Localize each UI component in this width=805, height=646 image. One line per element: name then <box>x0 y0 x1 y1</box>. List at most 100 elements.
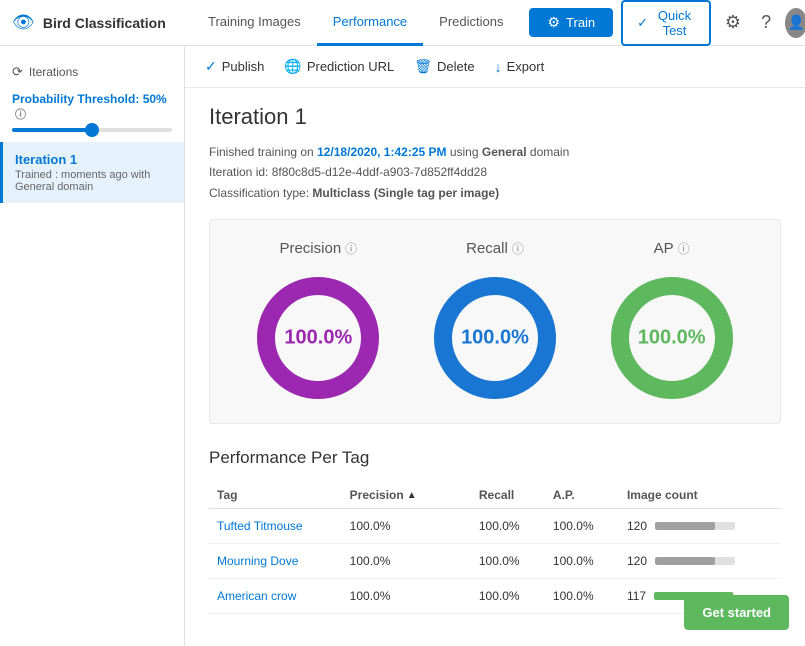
eye-icon: 👁 <box>12 12 35 33</box>
threshold-row: Probability Threshold: 50% ⓘ <box>0 86 184 142</box>
table-row: Tufted Titmouse 100.0% 100.0% 100.0% 120 <box>209 509 781 544</box>
gear-icon: ⚙ <box>725 12 741 32</box>
train-icon: ⚙ <box>547 14 560 31</box>
perf-per-tag-title: Performance Per Tag <box>209 448 781 468</box>
globe-icon: 🌐 <box>284 58 301 75</box>
cell-recall: 100.0% <box>471 544 545 579</box>
cell-ap: 100.0% <box>545 579 619 614</box>
cell-recall: 100.0% <box>471 579 545 614</box>
classification-type: Multiclass (Single tag per image) <box>312 186 499 200</box>
tab-predictions[interactable]: Predictions <box>423 0 519 46</box>
cell-tag: Tufted Titmouse <box>209 509 342 544</box>
th-ap: A.P. <box>545 482 619 509</box>
logo-area: 👁 Bird Classification <box>12 12 182 33</box>
settings-button[interactable]: ⚙ <box>719 8 747 37</box>
table-row: Mourning Dove 100.0% 100.0% 100.0% 120 <box>209 544 781 579</box>
iterations-icon: ⟳ <box>12 64 23 80</box>
avatar-initial: 👤 <box>788 14 805 31</box>
precision-info-icon: ⓘ <box>345 240 357 257</box>
bar-cell: 120 <box>627 554 773 568</box>
train-button[interactable]: ⚙ Train <box>529 8 613 37</box>
domain: General <box>482 145 527 159</box>
threshold-info-icon: ⓘ <box>15 109 26 121</box>
cell-precision: 100.0% <box>342 579 450 614</box>
th-precision[interactable]: Precision ▲ <box>342 482 450 509</box>
question-icon: ? <box>761 12 771 32</box>
tag-link[interactable]: Tufted Titmouse <box>217 519 303 533</box>
bar-fill <box>655 522 715 530</box>
bar-fill <box>655 557 715 565</box>
bar-bg <box>655 557 735 565</box>
ap-info-icon: ⓘ <box>678 240 690 257</box>
avatar[interactable]: 👤 <box>785 8 805 38</box>
sidebar-item-sub: Trained : moments ago with General domai… <box>15 169 172 193</box>
cell-spacer <box>450 544 471 579</box>
table-header-row: Tag Precision ▲ Recall A.P. Image count <box>209 482 781 509</box>
sidebar: ⟳ Iterations Probability Threshold: 50% … <box>0 46 185 646</box>
iteration-meta: Finished training on 12/18/2020, 1:42:25… <box>209 142 781 203</box>
cell-spacer <box>450 579 471 614</box>
bar-cell: 120 <box>627 519 773 533</box>
precision-label: Precision ⓘ <box>279 240 357 257</box>
perf-metrics: Precision ⓘ 100.0% <box>230 240 760 403</box>
ap-label: AP ⓘ <box>654 240 690 257</box>
ap-value: 100.0% <box>638 327 706 350</box>
cell-recall: 100.0% <box>471 509 545 544</box>
cell-tag: Mourning Dove <box>209 544 342 579</box>
threshold-slider[interactable] <box>12 128 172 132</box>
nav-tabs: Training Images Performance Predictions <box>192 0 519 46</box>
threshold-label: Probability Threshold: 50% ⓘ <box>12 92 172 122</box>
prediction-url-button[interactable]: 🌐 Prediction URL <box>284 54 394 79</box>
export-icon: ↓ <box>495 59 502 75</box>
th-image-count: Image count <box>619 482 781 509</box>
recall-donut: 100.0% <box>430 273 560 403</box>
ap-donut: 100.0% <box>607 273 737 403</box>
delete-button[interactable]: 🗑 Delete <box>414 54 474 79</box>
image-count-value: 120 <box>627 519 647 533</box>
iterations-section-label: ⟳ Iterations <box>0 58 184 86</box>
header-actions: ⚙ Train ✓ Quick Test ⚙ ? 👤 <box>529 0 805 46</box>
trained-date: 12/18/2020, 1:42:25 PM <box>317 145 446 159</box>
threshold-thumb <box>85 123 99 137</box>
publish-icon: ✓ <box>205 58 217 75</box>
export-button[interactable]: ↓ Export <box>495 55 545 79</box>
cell-spacer <box>450 509 471 544</box>
sidebar-item-iteration1[interactable]: Iteration 1 Trained : moments ago with G… <box>0 142 184 203</box>
layout: ⟳ Iterations Probability Threshold: 50% … <box>0 46 805 646</box>
threshold-value: 50% <box>143 92 167 106</box>
check-icon: ✓ <box>637 15 648 31</box>
content-area: Iteration 1 Finished training on 12/18/2… <box>185 88 805 630</box>
cell-image-count: 120 <box>619 544 781 579</box>
sidebar-item-title: Iteration 1 <box>15 152 172 167</box>
image-count-value: 117 <box>627 589 646 603</box>
tag-link[interactable]: Mourning Dove <box>217 554 298 568</box>
cell-ap: 100.0% <box>545 509 619 544</box>
delete-icon: 🗑 <box>414 58 432 75</box>
publish-button[interactable]: ✓ Publish <box>205 54 264 79</box>
iteration-id: 8f80c8d5-d12e-4ddf-a903-7d852ff4dd28 <box>272 165 487 179</box>
th-recall: Recall <box>471 482 545 509</box>
threshold-track <box>12 128 92 132</box>
metric-ap: AP ⓘ 100.0% <box>607 240 737 403</box>
app-title: Bird Classification <box>43 15 166 31</box>
get-started-button[interactable]: Get started <box>684 595 789 630</box>
quicktest-button[interactable]: ✓ Quick Test <box>621 0 711 46</box>
cell-tag: American crow <box>209 579 342 614</box>
precision-value: 100.0% <box>284 327 352 350</box>
recall-info-icon: ⓘ <box>512 240 524 257</box>
precision-donut: 100.0% <box>253 273 383 403</box>
th-spacer <box>450 482 471 509</box>
header: 👁 Bird Classification Training Images Pe… <box>0 0 805 46</box>
metric-recall: Recall ⓘ 100.0% <box>430 240 560 403</box>
image-count-value: 120 <box>627 554 647 568</box>
main-content: ✓ Publish 🌐 Prediction URL 🗑 Delete ↓ Ex… <box>185 46 805 646</box>
recall-value: 100.0% <box>461 327 529 350</box>
metric-precision: Precision ⓘ 100.0% <box>253 240 383 403</box>
performance-card: Precision ⓘ 100.0% <box>209 219 781 424</box>
help-button[interactable]: ? <box>755 8 777 37</box>
tab-performance[interactable]: Performance <box>317 0 423 46</box>
sort-arrow-precision: ▲ <box>407 490 417 501</box>
th-tag: Tag <box>209 482 342 509</box>
tab-training-images[interactable]: Training Images <box>192 0 317 46</box>
tag-link[interactable]: American crow <box>217 589 296 603</box>
